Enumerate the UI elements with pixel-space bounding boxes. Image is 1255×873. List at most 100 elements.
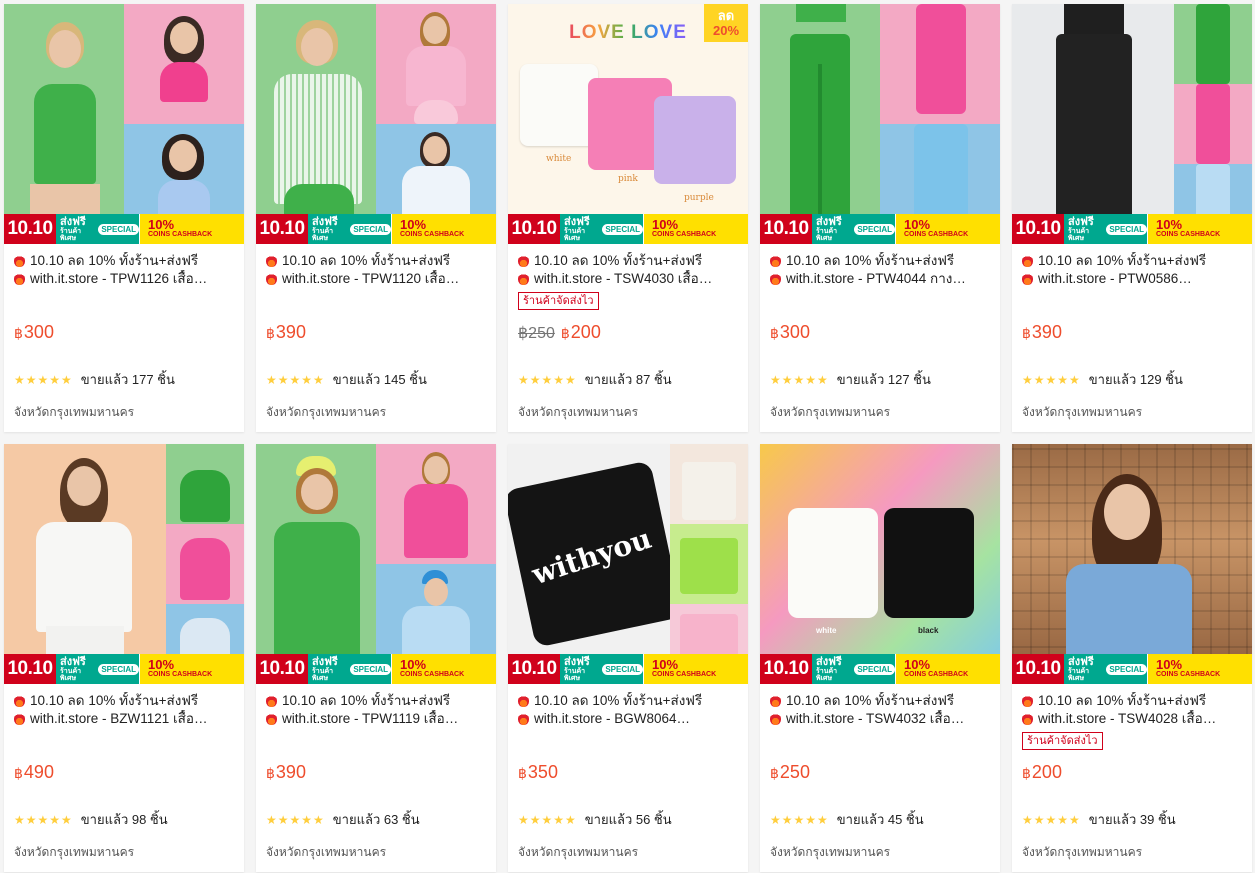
fire-icon [1022, 255, 1033, 267]
product-title[interactable]: 10.10 ลด 10% ทั้งร้าน+ส่งฟรี with.it.sto… [266, 252, 486, 288]
color-label: black [918, 626, 939, 635]
promo-1010-tag: 10.10 [4, 214, 56, 244]
promo-banner: 10.10 ส่งฟรี ร้านค้าพิเศษ SPECIAL 10% COINS… [760, 214, 1000, 244]
product-card[interactable]: 10.10 ส่งฟรี ร้านค้าพิเศษ SPECIAL 10% COINS… [1012, 444, 1252, 872]
product-card[interactable]: 10.10 ส่งฟรี ร้านค้าพิเศษ SPECIAL 10% COINS… [4, 444, 244, 872]
promo-banner: 10.10 ส่งฟรี ร้านค้าพิเศษ SPECIAL 10% COINS… [256, 214, 496, 244]
product-card[interactable]: 10.10 ส่งฟรี ร้านค้าพิเศษ SPECIAL 10% COINS… [760, 4, 1000, 432]
discount-badge: ลด 20% [704, 4, 748, 42]
product-title[interactable]: 10.10 ลด 10% ทั้งร้าน+ส่งฟรี with.it.sto… [770, 252, 990, 288]
product-image: 10.10 ส่งฟรี ร้านค้าพิเศษ SPECIAL 10% COINS… [760, 4, 1000, 244]
fire-icon [1022, 695, 1033, 707]
star-rating-icon: ★★★★★ [14, 812, 73, 827]
rating-sold: ★★★★★ ขายแล้ว 98 ชิ้น [14, 812, 168, 827]
product-title[interactable]: 10.10 ลด 10% ทั้งร้าน+ส่งฟรี with.it.sto… [266, 692, 486, 728]
price: ฿300 [14, 322, 54, 342]
fire-icon [266, 713, 277, 725]
price: ฿300 [770, 322, 810, 342]
location: จังหวัดกรุงเทพมหานคร [770, 845, 891, 859]
star-rating-icon: ★★★★★ [518, 812, 577, 827]
promo-banner: 10.10 ส่งฟรี ร้านค้าพิเศษ SPECIAL 10% COINS… [4, 654, 244, 684]
product-card[interactable]: 10.10 ส่งฟรี ร้านค้าพิเศษ SPECIAL 10% COIN… [4, 4, 244, 432]
price: ฿250 ฿200 [518, 322, 601, 342]
product-title[interactable]: 10.10 ลด 10% ทั้งร้าน+ส่งฟรี with.it.sto… [1022, 692, 1242, 728]
fire-icon [14, 273, 25, 285]
fire-icon [266, 695, 277, 707]
star-rating-icon: ★★★★★ [518, 372, 577, 387]
product-image: LOVE LOVE white pink purple ลด 20% 10.10… [508, 4, 748, 244]
fast-shipping-badge: ร้านค้าจัดส่งไว [518, 292, 599, 310]
price: ฿200 [1022, 762, 1062, 782]
product-title[interactable]: 10.10 ลด 10% ทั้งร้าน+ส่งฟรี with.it.sto… [14, 692, 234, 728]
fire-icon [518, 273, 529, 285]
product-title[interactable]: 10.10 ลด 10% ทั้งร้าน+ส่งฟรี with.it.sto… [14, 252, 234, 288]
product-image: white black 10.10 ส่งฟรี ร้านค้าพิเศษ SPEC… [760, 444, 1000, 684]
price: ฿490 [14, 762, 54, 782]
free-shipping-tag: ส่งฟรี ร้านค้าพิเศษ SPECIAL [56, 214, 140, 244]
product-card[interactable]: white black 10.10 ส่งฟรี ร้านค้าพิเศษ SPEC… [760, 444, 1000, 872]
product-card[interactable]: 10.10 ส่งฟรี ร้านค้าพิเศษ SPECIAL 10% COINS… [256, 444, 496, 872]
star-rating-icon: ★★★★★ [1022, 812, 1081, 827]
location: จังหวัดกรุงเทพมหานคร [14, 845, 135, 859]
promo-banner: 10.10 ส่งฟรี ร้านค้าพิเศษ SPECIAL 10% COINS… [256, 654, 496, 684]
product-card[interactable]: 10.10 ส่งฟรี ร้านค้าพิเศษ SPECIAL 10% COINS… [1012, 4, 1252, 432]
fire-icon [518, 255, 529, 267]
product-title[interactable]: 10.10 ลด 10% ทั้งร้าน+ส่งฟรี with.it.sto… [1022, 252, 1242, 288]
promo-banner: 10.10 ส่งฟรี ร้านค้าพิเศษ SPECIAL 10% COINS… [760, 654, 1000, 684]
rating-sold: ★★★★★ ขายแล้ว 39 ชิ้น [1022, 812, 1176, 827]
promo-banner: 10.10 ส่งฟรี ร้านค้าพิเศษ SPECIAL 10% COINS… [508, 654, 748, 684]
fire-icon [1022, 713, 1033, 725]
location: จังหวัดกรุงเทพมหานคร [518, 405, 639, 419]
star-rating-icon: ★★★★★ [770, 372, 829, 387]
location: จังหวัดกรุงเทพมหานคร [770, 405, 891, 419]
product-title[interactable]: 10.10 ลด 10% ทั้งร้าน+ส่งฟรี with.it.sto… [518, 692, 738, 728]
product-title[interactable]: 10.10 ลด 10% ทั้งร้าน+ส่งฟรี with.it.sto… [518, 252, 738, 288]
rating-sold: ★★★★★ ขายแล้ว 127 ชิ้น [770, 372, 931, 387]
rating-sold: ★★★★★ ขายแล้ว 87 ชิ้น [518, 372, 672, 387]
fire-icon [770, 273, 781, 285]
fire-icon [518, 695, 529, 707]
location: จังหวัดกรุงเทพมหานคร [1022, 845, 1143, 859]
product-card[interactable]: 10.10 ส่งฟรี ร้านค้าพิเศษ SPECIAL 10% COINS… [256, 4, 496, 432]
rating-sold: ★★★★★ ขายแล้ว 177 ชิ้น [14, 372, 175, 387]
fire-icon [266, 273, 277, 285]
price: ฿390 [1022, 322, 1062, 342]
star-rating-icon: ★★★★★ [770, 812, 829, 827]
fire-icon [770, 695, 781, 707]
promo-banner: 10.10 ส่งฟรี ร้านค้าพิเศษ SPECIAL 10% COINS… [1012, 654, 1252, 684]
rating-sold: ★★★★★ ขายแล้ว 45 ชิ้น [770, 812, 924, 827]
fire-icon [266, 255, 277, 267]
product-card[interactable]: LOVE LOVE white pink purple ลด 20% 10.10… [508, 4, 748, 432]
product-image: 10.10 ส่งฟรี ร้านค้าพิเศษ SPECIAL 10% COINS… [1012, 4, 1252, 244]
rating-sold: ★★★★★ ขายแล้ว 129 ชิ้น [1022, 372, 1183, 387]
color-label: purple [684, 193, 714, 203]
price: ฿390 [266, 322, 306, 342]
product-card[interactable]: withyou 10.10 ส่งฟรี ร้านค้าพิเศษ SPECIAL … [508, 444, 748, 872]
product-image: 10.10 ส่งฟรี ร้านค้าพิเศษ SPECIAL 10% COINS… [256, 4, 496, 244]
color-label: white [546, 154, 572, 164]
product-image: 10.10 ส่งฟรี ร้านค้าพิเศษ SPECIAL 10% COINS… [4, 444, 244, 684]
fire-icon [14, 695, 25, 707]
image-title: LOVE LOVE [569, 22, 687, 43]
product-grid: 10.10 ส่งฟรี ร้านค้าพิเศษ SPECIAL 10% COIN… [0, 0, 1255, 873]
fire-icon [1022, 273, 1033, 285]
promo-banner: 10.10 ส่งฟรี ร้านค้าพิเศษ SPECIAL 10% COINS… [1012, 214, 1252, 244]
fast-shipping-badge: ร้านค้าจัดส่งไว [1022, 732, 1103, 750]
promo-banner: 10.10 ส่งฟรี ร้านค้าพิเศษ SPECIAL 10% COIN… [4, 214, 244, 244]
color-label: pink [618, 174, 638, 184]
cashback-tag: 10% COINS CASHBACK [140, 214, 244, 244]
star-rating-icon: ★★★★★ [1022, 372, 1081, 387]
product-image: withyou 10.10 ส่งฟรี ร้านค้าพิเศษ SPECIAL … [508, 444, 748, 684]
price: ฿250 [770, 762, 810, 782]
promo-banner: 10.10 ส่งฟรี ร้านค้าพิเศษ SPECIAL 10% COINS… [508, 214, 748, 244]
location: จังหวัดกรุงเทพมหานคร [1022, 405, 1143, 419]
fire-icon [14, 713, 25, 725]
product-image: 10.10 ส่งฟรี ร้านค้าพิเศษ SPECIAL 10% COINS… [256, 444, 496, 684]
color-label: white [816, 626, 837, 635]
product-title[interactable]: 10.10 ลด 10% ทั้งร้าน+ส่งฟรี with.it.sto… [770, 692, 990, 728]
rating-sold: ★★★★★ ขายแล้ว 145 ชิ้น [266, 372, 427, 387]
location: จังหวัดกรุงเทพมหานคร [266, 405, 387, 419]
rating-sold: ★★★★★ ขายแล้ว 56 ชิ้น [518, 812, 672, 827]
star-rating-icon: ★★★★★ [266, 812, 325, 827]
price: ฿350 [518, 762, 558, 782]
